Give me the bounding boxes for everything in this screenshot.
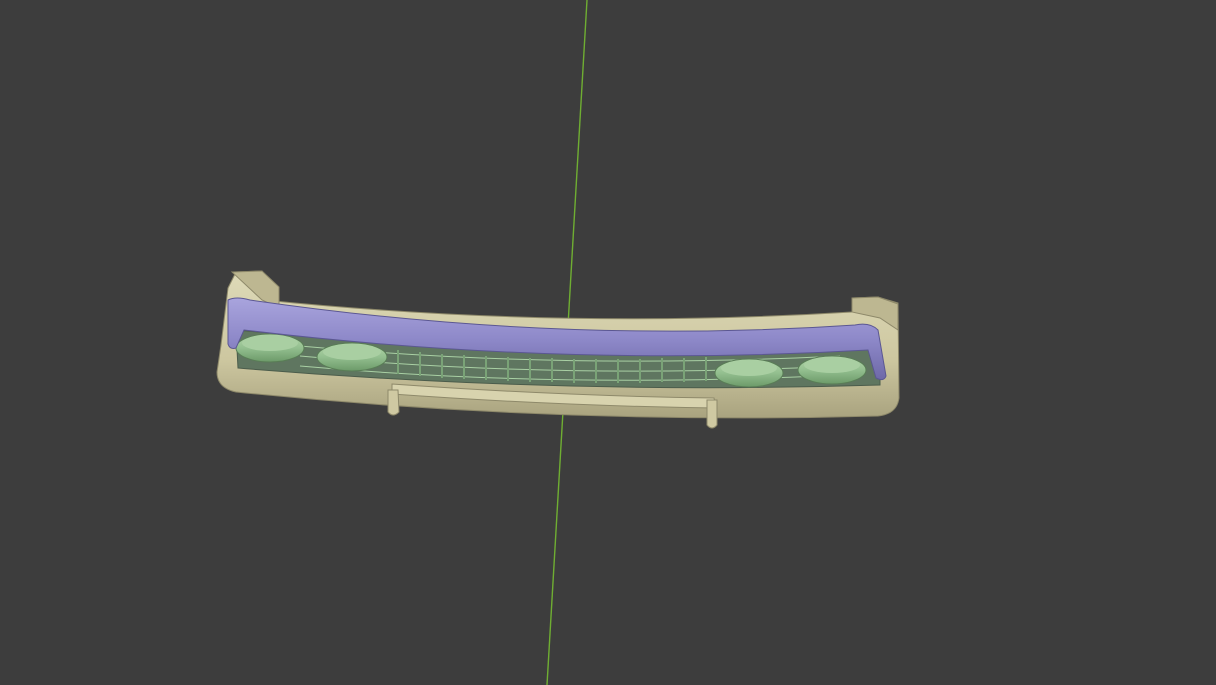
headlamp-left-inner[interactable] [316,342,388,372]
mounting-peg-left [387,389,400,416]
headlamp-right-inner[interactable] [714,358,784,388]
mounting-peg-right [706,399,718,429]
headlamp-right-outer[interactable] [797,355,867,385]
3d-viewport[interactable] [0,0,1216,685]
headlamp-left-outer[interactable] [235,333,305,363]
